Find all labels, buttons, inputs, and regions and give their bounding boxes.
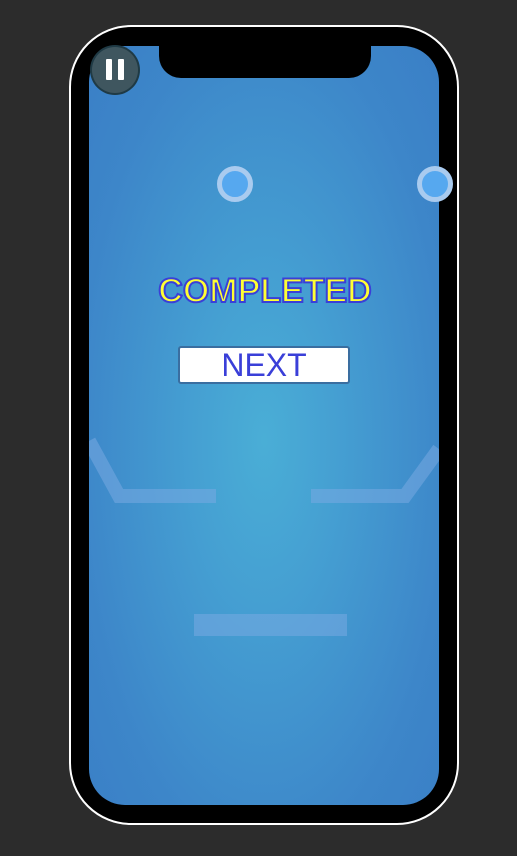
- next-button[interactable]: NEXT: [178, 346, 350, 384]
- right-ramp: [311, 444, 439, 503]
- pause-icon-bar: [118, 59, 124, 80]
- pause-button[interactable]: [92, 47, 138, 93]
- ball: [217, 166, 253, 202]
- phone-notch: [159, 40, 371, 78]
- completed-title: COMPLETED: [157, 271, 372, 311]
- bottom-platform: [194, 614, 347, 636]
- pause-icon: [106, 59, 112, 80]
- ball: [417, 166, 453, 202]
- game-screen: [89, 46, 439, 805]
- level-geometry: [89, 437, 439, 636]
- left-ramp: [89, 437, 216, 503]
